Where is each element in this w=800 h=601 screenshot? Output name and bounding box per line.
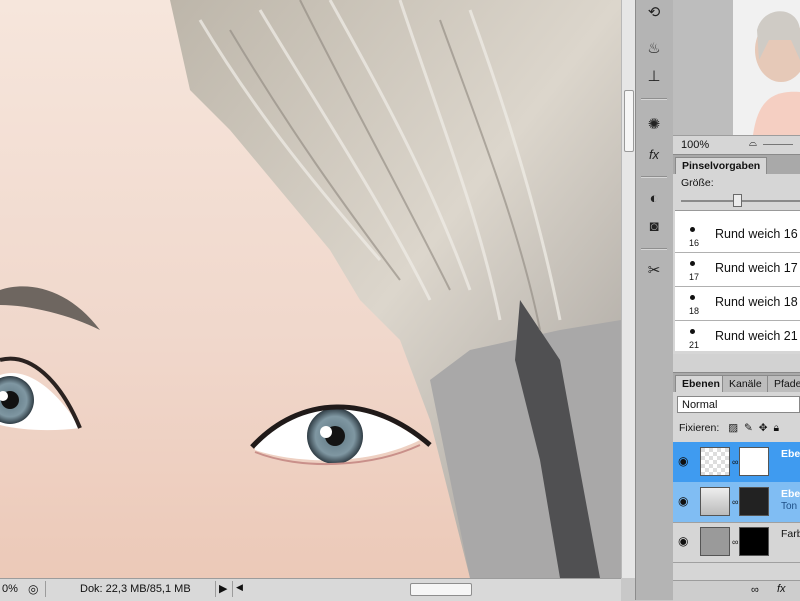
size-label: Größe: xyxy=(681,177,714,189)
brush-name: Rund weich 17 xyxy=(715,261,798,275)
vertical-scroll-thumb[interactable] xyxy=(624,90,634,152)
brush-item-21[interactable]: 21 Rund weich 21 xyxy=(675,321,800,351)
lock-all-icon[interactable]: 🔒︎ xyxy=(774,422,780,434)
brush-size: 17 xyxy=(689,272,700,282)
divider xyxy=(45,581,46,597)
status-bar: 0% ◎ Dok: 22,3 MB/85,1 MB ▶ ◀ xyxy=(0,578,621,601)
link-icon: ∞ xyxy=(732,457,739,467)
fill-thumbnail xyxy=(700,527,730,556)
fx-icon[interactable]: fx xyxy=(777,583,786,595)
adjustment-icon[interactable]: ◐ xyxy=(642,186,666,210)
layers-panel-tabs: Ebenen Kanäle Pfade xyxy=(673,372,800,393)
visibility-eye-icon[interactable]: ◉ xyxy=(678,494,688,508)
lock-move-icon[interactable]: ✥ xyxy=(759,422,768,434)
styles-palette-icon[interactable]: ✺ xyxy=(642,112,666,136)
brush-item-17[interactable]: 17 Rund weich 17 xyxy=(675,253,800,287)
status-zoom[interactable]: 0% xyxy=(2,583,18,595)
brush-size: 21 xyxy=(689,340,700,350)
panel-icon-dock: ⟲ ♨ ⊥ ✺ fx ◐ ◙ ✂ xyxy=(635,0,674,600)
tab-paths[interactable]: Pfade xyxy=(767,375,800,393)
navigator-thumbnail[interactable] xyxy=(673,0,800,135)
brush-tip-icon xyxy=(690,261,695,266)
clone-stamp-icon[interactable]: ♨ xyxy=(642,36,666,60)
lock-transparency-icon[interactable]: ▨ xyxy=(728,422,738,434)
status-arrow-icon[interactable]: ▶ xyxy=(219,582,227,595)
layer-row-2[interactable]: ◉ ∞ Ebene Ton xyxy=(673,482,800,523)
dock-separator xyxy=(641,248,667,250)
portrait-photo xyxy=(0,0,621,578)
brush-presets-panel: Größe: 16 Rund weich 16 17 Rund weich 17… xyxy=(673,174,800,354)
document-size: Dok: 22,3 MB/85,1 MB xyxy=(80,583,191,595)
brush-tip-icon xyxy=(690,295,695,300)
brush-item-18[interactable]: 18 Rund weich 18 xyxy=(675,287,800,321)
brush-item-16[interactable]: 16 Rund weich 16 xyxy=(675,219,800,253)
brush-tip-icon xyxy=(690,329,695,334)
status-menu-icon[interactable]: ◎ xyxy=(28,582,38,596)
layer-mask-thumbnail[interactable] xyxy=(739,447,769,476)
layer-name[interactable]: Ebene xyxy=(781,448,800,460)
brush-name: Rund weich 18 xyxy=(715,295,798,309)
dock-separator xyxy=(641,98,667,100)
brush-size: 16 xyxy=(689,238,700,248)
mask-icon[interactable]: ◙ xyxy=(642,214,666,238)
link-icon: ∞ xyxy=(732,537,739,547)
lock-row: Fixieren: ▨ ✎ ✥ 🔒︎ xyxy=(679,422,779,435)
stamp-source-icon[interactable]: ⊥ xyxy=(642,64,666,88)
brush-tip-icon xyxy=(690,227,695,232)
document-canvas[interactable] xyxy=(0,0,621,578)
navigator-zoom-slider[interactable] xyxy=(763,144,793,145)
right-panels: 100% ⌓ Pinselvorgaben Größe: 16 Rund wei… xyxy=(673,0,800,601)
brush-panel-tabs: Pinselvorgaben xyxy=(673,154,800,175)
layer-name[interactable]: Farb xyxy=(781,528,800,540)
layer-row-1[interactable]: ◉ ∞ Ebene xyxy=(673,442,800,483)
layers-panel: Normal Fixieren: ▨ ✎ ✥ 🔒︎ ◉ ∞ Ebene ◉ ∞ … xyxy=(673,392,800,600)
layers-footer: ∞ fx xyxy=(673,580,800,601)
layer-thumbnail xyxy=(700,447,730,476)
tab-channels[interactable]: Kanäle xyxy=(722,375,769,393)
divider xyxy=(232,581,233,597)
brush-name: Rund weich 21 xyxy=(715,329,798,343)
tab-layers[interactable]: Ebenen xyxy=(675,375,727,393)
scroll-left-icon[interactable]: ◀ xyxy=(236,582,243,593)
layer-subname: Ton xyxy=(781,501,798,512)
layer-name[interactable]: Ebene xyxy=(781,488,800,500)
link-icon: ∞ xyxy=(732,497,739,507)
horizontal-scroll-thumb[interactable] xyxy=(410,583,472,596)
link-layers-icon[interactable]: ∞ xyxy=(751,584,759,596)
divider xyxy=(215,581,216,597)
navigator-preview xyxy=(673,0,800,135)
dock-separator xyxy=(641,176,667,178)
zoom-out-icon[interactable]: ⌓ xyxy=(749,138,757,149)
layer-row-3[interactable]: ◉ ∞ Farb xyxy=(673,522,800,563)
visibility-eye-icon[interactable]: ◉ xyxy=(678,534,688,548)
navigator-bar: 100% ⌓ xyxy=(673,135,800,155)
lock-paint-icon[interactable]: ✎ xyxy=(744,422,753,434)
size-slider-knob[interactable] xyxy=(733,194,742,207)
visibility-eye-icon[interactable]: ◉ xyxy=(678,454,688,468)
adjustment-thumbnail xyxy=(700,487,730,516)
brush-list: 16 Rund weich 16 17 Rund weich 17 18 Run… xyxy=(675,210,800,351)
layer-mask-thumbnail[interactable] xyxy=(739,527,769,556)
history-brush-icon[interactable]: ⟲ xyxy=(642,0,666,24)
vertical-scrollbar[interactable] xyxy=(621,0,635,578)
layer-mask-thumbnail[interactable] xyxy=(739,487,769,516)
fx-icon[interactable]: fx xyxy=(642,142,666,166)
tab-brush-presets[interactable]: Pinselvorgaben xyxy=(675,157,768,175)
navigator-zoom-value[interactable]: 100% xyxy=(681,139,709,151)
lock-label: Fixieren: xyxy=(679,422,720,434)
brush-size: 18 xyxy=(689,306,700,316)
brush-name: Rund weich 16 xyxy=(715,227,798,241)
blend-mode-select[interactable]: Normal xyxy=(677,396,800,413)
tool-presets-icon[interactable]: ✂ xyxy=(642,258,666,282)
